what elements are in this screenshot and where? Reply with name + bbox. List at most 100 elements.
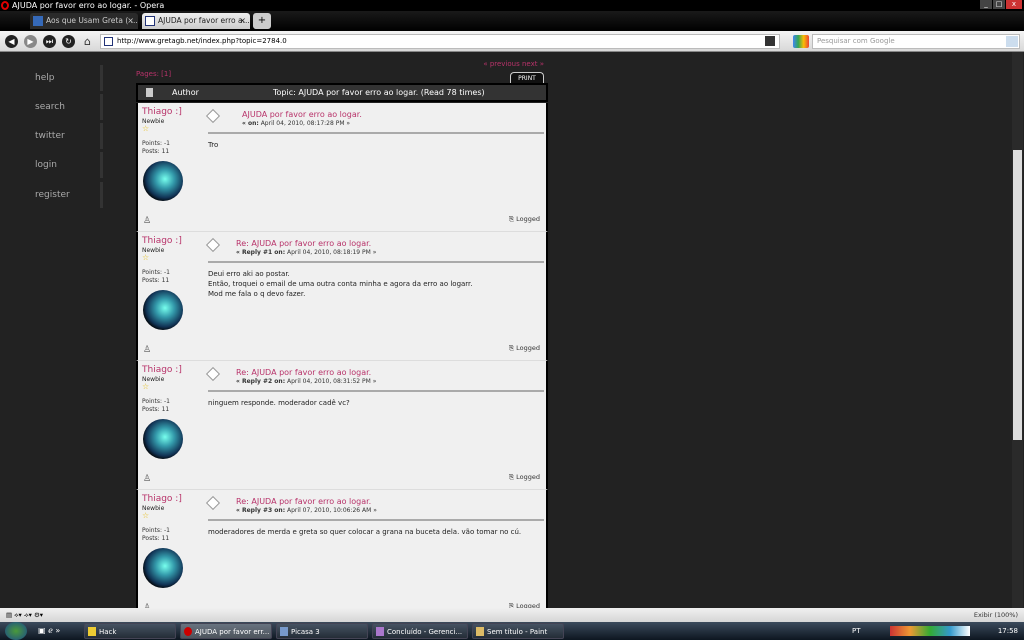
post-count: Posts: 11 (142, 406, 170, 413)
tab-label: AJUDA por favor erro a... (158, 16, 250, 25)
start-button[interactable] (5, 622, 27, 640)
sidebar-item-twitter[interactable]: twitter (0, 123, 103, 149)
quick-launch-icons[interactable]: ▣ ℯ » (38, 626, 60, 635)
taskbar-item-picasa[interactable]: Picasa 3 (276, 623, 368, 639)
page-icon (104, 37, 113, 46)
star-icon: ☆ (142, 382, 150, 391)
post-title[interactable]: AJUDA por favor erro ao logar. (242, 110, 362, 119)
taskbar-label: Hack (99, 628, 117, 636)
pagination[interactable]: Pages: [1] (136, 70, 171, 78)
post-count: Posts: 11 (142, 148, 170, 155)
zoom-level[interactable]: Exibir (100%) (974, 608, 1018, 622)
fast-forward-icon[interactable]: ⏭ (43, 35, 56, 48)
avatar (143, 290, 183, 330)
divider (208, 132, 544, 134)
taskbar-item-hack[interactable]: Hack (84, 623, 176, 639)
post-author[interactable]: Thiago :] (142, 365, 182, 375)
post-title[interactable]: Re: AJUDA por favor erro ao logar. (236, 368, 371, 377)
clock[interactable]: 17:58 (998, 622, 1018, 640)
scrollbar-thumb[interactable] (1013, 150, 1022, 440)
download-icon (376, 627, 384, 636)
search-input[interactable]: Pesquisar com Google (812, 34, 1020, 49)
taskbar-item-opera[interactable]: AJUDA por favor err... (180, 623, 272, 639)
back-icon[interactable]: ◀ (5, 35, 18, 48)
post-count: Posts: 11 (142, 535, 170, 542)
post-title[interactable]: Re: AJUDA por favor erro ao logar. (236, 497, 371, 506)
topic-header: Author Topic: AJUDA por favor erro ao log… (136, 83, 548, 102)
avatar (143, 548, 183, 588)
logged-indicator: ⎘ Logged (509, 473, 540, 482)
reload-icon[interactable]: ↻ (62, 35, 75, 48)
date-label: « Reply #1 on: (236, 249, 286, 256)
forum-post: Thiago :] Newbie ☆ Points: -1Posts: 11 ♙… (136, 103, 548, 232)
close-tab-icon[interactable]: × (127, 13, 134, 29)
post-body: Deui erro aki ao postar. Então, troquei … (208, 270, 473, 298)
forward-icon[interactable]: ▶ (24, 35, 37, 48)
sidebar-item-search[interactable]: search (0, 94, 103, 120)
member-stats: Points: -1 Posts: 11 (142, 140, 170, 156)
opera-icon (184, 627, 192, 636)
tab-ajuda[interactable]: AJUDA por favor erro a... × (142, 13, 250, 29)
message-icon (205, 108, 221, 124)
window-title: AJUDA por favor erro ao logar. - Opera (12, 1, 165, 10)
window-controls: _ □ x (980, 0, 1022, 9)
post-author[interactable]: Thiago :] (142, 494, 182, 504)
maximize-button[interactable]: □ (993, 0, 1005, 9)
tab-aos-que-usam-greta[interactable]: Aos que Usam Greta ( ... × (30, 13, 138, 29)
taskbar-label: AJUDA por favor err... (195, 628, 270, 636)
feed-icon[interactable] (765, 36, 775, 46)
system-tray-icons[interactable] (890, 626, 970, 636)
profile-icon[interactable]: ♙ (143, 345, 153, 355)
points: Points: -1 (142, 269, 170, 276)
member-stats: Points: -1 Posts: 11 (142, 269, 170, 285)
previous-next-links[interactable]: « previous next » (483, 60, 544, 68)
post-date: « on: April 04, 2010, 08:17:28 PM » (242, 120, 350, 127)
date-value: April 07, 2010, 10:06:26 AM » (287, 507, 377, 514)
home-icon[interactable]: ⌂ (81, 35, 94, 48)
language-indicator[interactable]: PT (852, 622, 861, 640)
post-date: « Reply #2 on: April 04, 2010, 08:31:52 … (236, 378, 376, 385)
forum-post: Thiago :] Newbie ☆ Points: -1Posts: 11 ♙… (136, 490, 548, 619)
topic-title: Topic: AJUDA por favor erro ao logar. (R… (273, 88, 485, 97)
message-icon (205, 237, 221, 253)
post-author[interactable]: Thiago :] (142, 236, 182, 246)
search-icon[interactable] (1006, 36, 1018, 47)
taskbar-label: Picasa 3 (291, 628, 320, 636)
date-value: April 04, 2010, 08:17:28 PM » (260, 120, 351, 127)
google-search-engine-icon[interactable] (793, 35, 809, 48)
logged-label: Logged (516, 215, 540, 223)
title-bar: AJUDA por favor erro ao logar. - Opera _… (0, 0, 1024, 11)
print-button[interactable]: PRINT (510, 72, 544, 83)
post-author[interactable]: Thiago :] (142, 107, 182, 117)
taskbar-label: Sem título - Paint (487, 628, 548, 636)
logged-indicator: ⎘ Logged (509, 215, 540, 224)
ip-icon: ⎘ (508, 473, 515, 481)
close-tab-icon[interactable]: × (239, 13, 246, 29)
sidebar-item-register[interactable]: register (0, 182, 103, 208)
post-title[interactable]: Re: AJUDA por favor erro ao logar. (236, 239, 371, 248)
date-value: April 04, 2010, 08:31:52 PM » (287, 378, 377, 385)
profile-icon[interactable]: ♙ (143, 474, 153, 484)
divider (208, 261, 544, 263)
taskbar-item-paint[interactable]: Sem título - Paint (472, 623, 564, 639)
author-header: Author (172, 88, 199, 97)
profile-icon[interactable]: ♙ (143, 216, 153, 226)
post-count: Posts: 11 (142, 277, 170, 284)
message-icon (205, 495, 221, 511)
minimize-button[interactable]: _ (980, 0, 992, 9)
taskbar: ▣ ℯ » Hack AJUDA por favor err... Picasa… (0, 622, 1024, 640)
new-tab-button[interactable]: + (253, 13, 271, 29)
status-icons[interactable]: ▤ ⟡▾ ⟢▾ ⚙▾ (0, 611, 43, 619)
search-placeholder: Pesquisar com Google (817, 37, 895, 45)
star-icon: ☆ (142, 124, 150, 133)
picasa-icon (280, 627, 288, 636)
sidebar-item-login[interactable]: login (0, 152, 103, 178)
taskbar-item-download[interactable]: Concluído - Gerenci... (372, 623, 468, 639)
paint-icon (476, 627, 484, 636)
url-text: http://www.gretagb.net/index.php?topic=2… (117, 37, 287, 45)
post-date: « Reply #1 on: April 04, 2010, 08:18:19 … (236, 249, 376, 256)
sidebar-item-help[interactable]: help (0, 65, 103, 91)
logged-label: Logged (516, 344, 540, 352)
url-input[interactable]: http://www.gretagb.net/index.php?topic=2… (100, 34, 780, 49)
close-button[interactable]: x (1006, 0, 1022, 9)
